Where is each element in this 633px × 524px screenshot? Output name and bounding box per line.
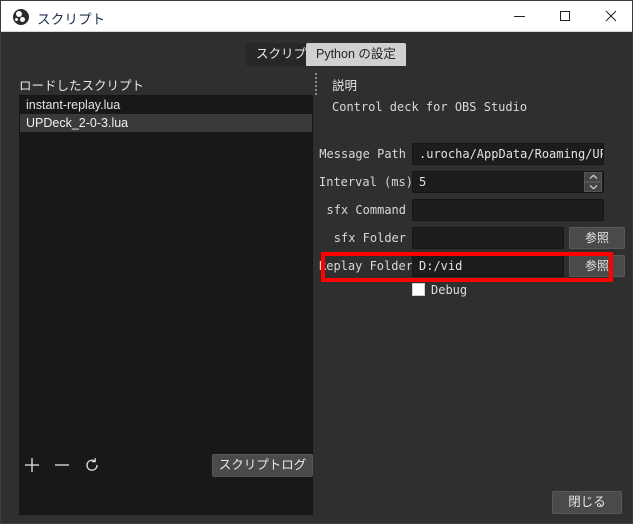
chevron-down-icon — [589, 185, 597, 190]
message-path-label: Message Path — [319, 147, 406, 161]
close-icon — [605, 10, 617, 22]
loaded-scripts-pane: ロードしたスクリプト instant-replay.lua UPDeck_2-0… — [1, 67, 313, 515]
interval-label: Interval (ms) — [319, 175, 413, 189]
close-dialog-button[interactable]: 閉じる — [552, 491, 622, 514]
obs-logo-icon — [13, 9, 29, 25]
debug-label: Debug — [431, 283, 468, 297]
field-row-message-path: Message Path .urocha/AppData/Roaming/UPD… — [319, 142, 632, 166]
loaded-scripts-label: ロードしたスクリプト — [19, 79, 145, 93]
reload-scripts-button[interactable] — [79, 452, 105, 478]
remove-script-button[interactable] — [49, 452, 75, 478]
list-item[interactable]: instant-replay.lua — [20, 96, 312, 114]
close-window-button[interactable] — [588, 1, 632, 31]
window-title: スクリプト — [37, 12, 106, 27]
field-row-sfx-command: sfx Command — [319, 198, 632, 222]
minimize-button[interactable] — [496, 1, 542, 31]
debug-checkbox[interactable] — [412, 283, 425, 296]
message-path-input[interactable]: .urocha/AppData/Roaming/UPDeck — [412, 143, 604, 165]
list-item[interactable]: UPDeck_2-0-3.lua — [20, 114, 312, 132]
script-list-toolbar: スクリプトログ — [1, 452, 313, 486]
title-bar: スクリプト — [1, 1, 632, 32]
sfx-folder-label: sfx Folder — [333, 231, 406, 245]
minimize-icon — [513, 15, 525, 17]
sfx-command-input[interactable] — [412, 199, 604, 221]
maximize-icon — [560, 11, 570, 21]
minus-icon — [55, 464, 69, 466]
script-log-button[interactable]: スクリプトログ — [212, 454, 313, 477]
script-dialog-window: スクリプト スクリプト Python の設定 ロードしたスクリプト instan… — [0, 0, 633, 524]
replay-folder-browse-button[interactable]: 参照 — [569, 255, 625, 277]
field-row-replay-folder: Replay Folder D:/vid 参照 — [319, 254, 632, 278]
interval-input[interactable]: 5 — [412, 171, 604, 193]
sfx-folder-input[interactable] — [412, 227, 564, 249]
field-row-debug: Debug — [319, 280, 632, 300]
plus-icon — [25, 458, 39, 472]
description-pane: 説明 Control deck for OBS Studio Message P… — [319, 67, 632, 486]
script-description-text: Control deck for OBS Studio — [332, 100, 528, 114]
replay-folder-label: Replay Folder — [319, 259, 413, 273]
chevron-up-icon — [589, 174, 597, 179]
field-row-sfx-folder: sfx Folder 参照 — [319, 226, 632, 250]
dialog-footer: 閉じる — [1, 488, 632, 523]
stepper-up-button[interactable] — [584, 172, 602, 182]
tab-python-settings[interactable]: Python の設定 — [306, 43, 406, 66]
tab-bar: スクリプト Python の設定 — [1, 33, 632, 66]
field-row-interval: Interval (ms) 5 — [319, 170, 632, 194]
description-label: 説明 — [332, 79, 358, 93]
replay-folder-input[interactable]: D:/vid — [412, 255, 564, 277]
sfx-folder-browse-button[interactable]: 参照 — [569, 227, 625, 249]
sfx-command-label: sfx Command — [326, 203, 406, 217]
add-script-button[interactable] — [19, 452, 45, 478]
maximize-button[interactable] — [542, 1, 588, 31]
interval-stepper[interactable] — [584, 172, 602, 192]
stepper-down-button[interactable] — [584, 182, 602, 192]
reload-icon — [86, 458, 98, 471]
